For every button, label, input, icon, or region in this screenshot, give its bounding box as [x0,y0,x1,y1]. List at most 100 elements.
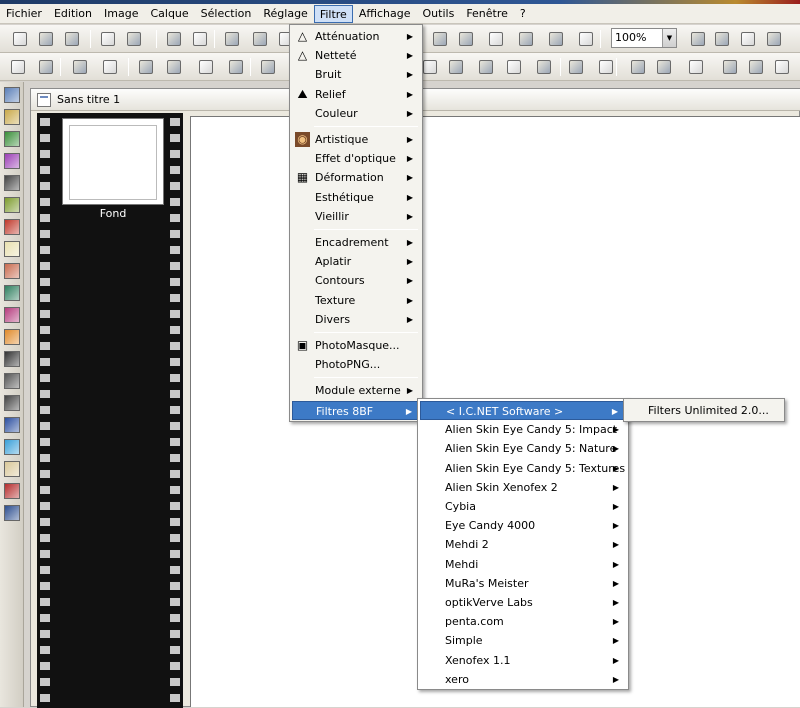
menu-item-vieillir[interactable]: Vieillir ▶ [292,207,420,226]
zoom-out-icon[interactable] [712,29,732,49]
save-icon[interactable] [62,29,82,49]
note-tool-icon[interactable] [4,241,20,257]
scan-icon[interactable] [124,29,144,49]
auto-levels-icon[interactable] [8,57,28,77]
drop-icon[interactable] [534,57,554,77]
paint-icon[interactable] [746,57,766,77]
paste-icon[interactable] [250,29,270,49]
camera-tool-icon[interactable] [4,175,20,191]
submenu-item-mehdi[interactable]: Mehdi ▶ [420,555,626,574]
submenu-item-i-c-net-software[interactable]: < I.C.NET Software > ▶ [420,401,626,420]
submenu-item-mehdi-2[interactable]: Mehdi 2 ▶ [420,535,626,554]
menu-item-effet-d-optique[interactable]: Effet d'optique ▶ [292,149,420,168]
export-icon[interactable] [576,29,596,49]
chart-tool-icon[interactable] [4,417,20,433]
copy-doc-tool-icon[interactable] [4,109,20,125]
zoom-select[interactable]: 100% ▼ [611,28,677,48]
fx-tool-icon[interactable] [4,351,20,367]
menu-item-couleur[interactable]: Couleur ▶ [292,104,420,123]
calculator-tool-icon[interactable] [4,87,20,103]
menu-item-filtres-8bf[interactable]: Filtres 8BF ▶ [292,400,420,420]
contrast-up-icon[interactable] [136,57,156,77]
new-document-icon[interactable] [10,29,30,49]
menu-item-module-externe[interactable]: Module externe ▶ [292,381,420,400]
menu-reglage[interactable]: Réglage [257,5,313,23]
brightness-down-icon[interactable] [100,57,120,77]
open-folder-icon[interactable] [36,29,56,49]
menu-item-texture[interactable]: Texture ▶ [292,291,420,310]
sphere-tool-icon[interactable] [4,439,20,455]
drop-icon[interactable] [566,57,586,77]
submenu-item-alien-skin-eye-candy-5-nature[interactable]: Alien Skin Eye Candy 5: Nature ▶ [420,439,626,458]
fit-icon[interactable] [738,29,758,49]
grid-tool-icon[interactable] [4,395,20,411]
menu-item-relief[interactable]: ⛰ Relief ▶ [292,85,420,104]
menu-affichage[interactable]: Affichage [353,5,417,23]
submenu-item-alien-skin-xenofex-2[interactable]: Alien Skin Xenofex 2 ▶ [420,478,626,497]
globe-tool-icon[interactable] [4,285,20,301]
layer-thumbnail[interactable] [62,118,164,205]
gamma-down-icon[interactable] [226,57,246,77]
layers-icon[interactable] [516,29,536,49]
copy-icon[interactable] [222,29,242,49]
menu-item-aplatir[interactable]: Aplatir ▶ [292,252,420,271]
text-icon[interactable] [486,29,506,49]
menu-item-divers[interactable]: Divers ▶ [292,310,420,329]
submenu-item-optikverve-labs[interactable]: optikVerve Labs ▶ [420,593,626,612]
effects-icon[interactable] [546,29,566,49]
star-tool-icon[interactable] [4,219,20,235]
menu-item-esthetique[interactable]: Esthétique ▶ [292,188,420,207]
floppy-tool-icon[interactable] [4,505,20,521]
paint-tool-icon[interactable] [4,329,20,345]
texture-icon[interactable] [420,57,440,77]
contrast-down-icon[interactable] [164,57,184,77]
filter-tool-icon[interactable] [4,153,20,169]
select-icon[interactable] [456,29,476,49]
menu-item-attenuation[interactable]: △ Atténuation ▶ [292,27,420,46]
menu-calque[interactable]: Calque [144,5,194,23]
zoom-in-icon[interactable] [688,29,708,49]
color-balance-icon[interactable] [258,57,278,77]
image-tool-icon[interactable] [4,263,20,279]
menu-item-deformation[interactable]: ▦ Déformation ▶ [292,168,420,187]
menu-outils[interactable]: Outils [417,5,461,23]
redo-icon[interactable] [190,29,210,49]
frame-icon[interactable] [446,57,466,77]
mirror-icon[interactable] [720,57,740,77]
chevron-down-icon[interactable]: ▼ [662,29,676,47]
drop-icon[interactable] [504,57,524,77]
submenu-item-alien-skin-eye-candy-5-textures[interactable]: Alien Skin Eye Candy 5: Textures ▶ [420,459,626,478]
menu-item-artistique[interactable]: ◉ Artistique ▶ [292,130,420,149]
print-icon[interactable] [98,29,118,49]
menu-selection[interactable]: Sélection [195,5,258,23]
submenu-item-penta-com[interactable]: penta.com ▶ [420,612,626,631]
menu-help[interactable]: ? [514,5,532,23]
rotate-icon[interactable] [772,57,792,77]
menu-item-nettete[interactable]: △ Netteté ▶ [292,46,420,65]
drop-icon[interactable] [476,57,496,77]
submenu-item-xero[interactable]: xero ▶ [420,670,626,689]
submenu-item-mura-s-meister[interactable]: MuRa's Meister ▶ [420,574,626,593]
frames-tool-icon[interactable] [4,373,20,389]
menu-item-photomasque[interactable]: ▣ PhotoMasque... [292,336,420,355]
menu-fenetre[interactable]: Fenêtre [460,5,514,23]
undo-icon[interactable] [164,29,184,49]
auto-contrast-icon[interactable] [36,57,56,77]
menu-image[interactable]: Image [98,5,144,23]
book-tool-icon[interactable] [4,461,20,477]
menu-item-contours[interactable]: Contours ▶ [292,271,420,290]
menu-fichier[interactable]: Fichier [0,5,48,23]
submenu-item-xenofex-1-1[interactable]: Xenofex 1.1 ▶ [420,651,626,670]
menu-filtre[interactable]: Filtre [313,4,353,23]
menu-item-encadrement[interactable]: Encadrement ▶ [292,233,420,252]
submenu-item-eye-candy-4000[interactable]: Eye Candy 4000 ▶ [420,516,626,535]
full-size-icon[interactable] [764,29,784,49]
palette-icon[interactable] [628,57,648,77]
menu-item-photopng[interactable]: PhotoPNG... [292,355,420,374]
sharpen-icon[interactable] [596,57,616,77]
gamma-up-icon[interactable] [196,57,216,77]
cd-tool-icon[interactable] [4,197,20,213]
menu-item-filters-unlimited[interactable]: Filters Unlimited 2.0... [626,401,782,420]
film-tool-icon[interactable] [4,483,20,499]
menu-item-bruit[interactable]: Bruit ▶ [292,65,420,84]
